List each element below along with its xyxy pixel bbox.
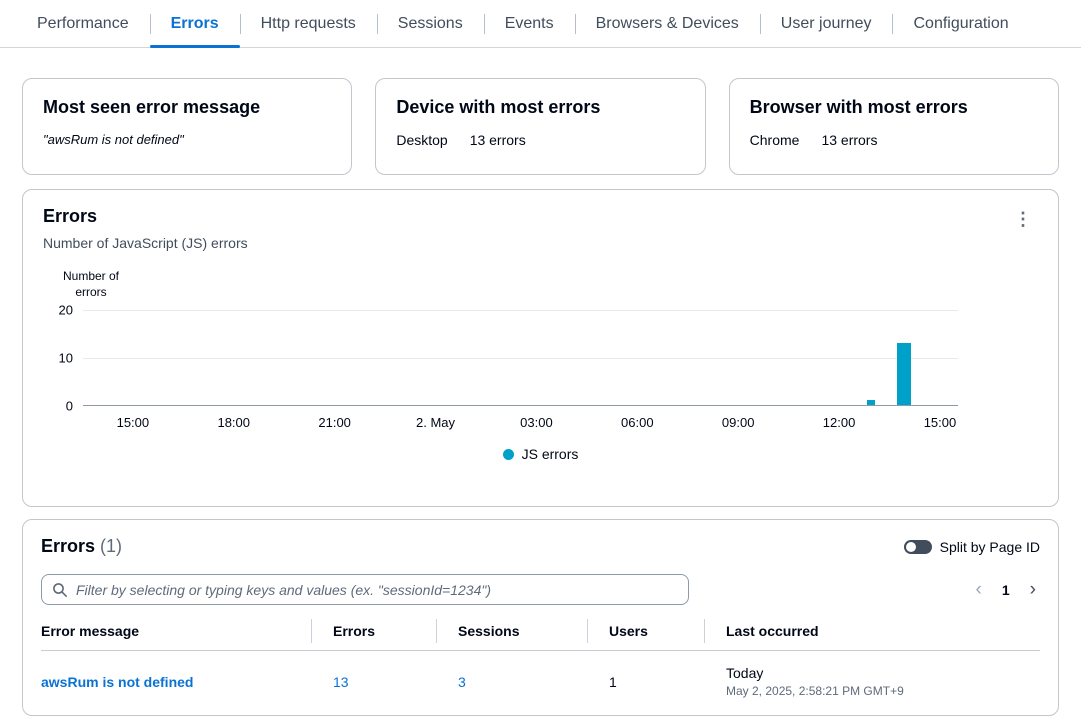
gridline: [83, 310, 958, 312]
toggle-knob: [905, 541, 916, 552]
table-panel-title: Errors (1): [41, 536, 122, 557]
y-axis-tick-label: 20: [58, 302, 73, 318]
gridline: [83, 358, 958, 360]
x-axis-tick-label: 2. May: [416, 415, 456, 431]
column-header-errors[interactable]: Errors: [311, 623, 436, 639]
last-occurred-relative: Today: [726, 665, 764, 681]
kebab-menu-icon[interactable]: ⋮: [1008, 206, 1038, 232]
device-error-count: 13 errors: [469, 132, 526, 148]
toggle-switch[interactable]: [903, 539, 932, 554]
tab-browsers-devices[interactable]: Browsers & Devices: [574, 0, 760, 47]
card-title: Browser with most errors: [749, 97, 968, 117]
tab-events[interactable]: Events: [483, 0, 575, 47]
filter-box: [41, 574, 689, 605]
card-browser-most-errors: Browser with most errors Chrome 13 error…: [728, 78, 1059, 175]
summary-cards-row: Most seen error message "awsRum is not d…: [22, 78, 1059, 175]
card-most-seen-error: Most seen error message "awsRum is not d…: [22, 78, 353, 175]
filter-input[interactable]: [41, 574, 689, 605]
device-name: Desktop: [396, 132, 448, 148]
table-row-count: (1): [100, 536, 123, 556]
rum-errors-page: Performance Errors Http requests Session…: [0, 0, 1081, 722]
x-axis-tick-label: 12:00: [822, 415, 856, 431]
y-axis-ticks: 20 10 0: [43, 303, 83, 414]
table-row: awsRum is not defined 13 3 1 Today May 2…: [41, 651, 1040, 715]
y-axis-title: Number of errors: [62, 269, 120, 299]
legend-label: JS errors: [521, 446, 579, 463]
x-axis-tick-label: 15:00: [116, 415, 150, 431]
page-content: Most seen error message "awsRum is not d…: [0, 78, 1081, 716]
column-header-users[interactable]: Users: [587, 623, 704, 639]
chart-plot: [83, 310, 958, 407]
errors-chart-panel: Errors Number of JavaScript (JS) errors …: [22, 189, 1059, 507]
tab-configuration[interactable]: Configuration: [892, 0, 1029, 47]
last-occurred-timestamp: May 2, 2025, 2:58:21 PM GMT+9: [726, 684, 904, 698]
js-errors-legend-dot-icon: [502, 448, 514, 460]
tab-performance[interactable]: Performance: [16, 0, 150, 47]
search-icon: [53, 583, 67, 597]
browser-error-count: 13 errors: [821, 132, 878, 148]
error-message-link[interactable]: awsRum is not defined: [41, 674, 193, 690]
current-page-number[interactable]: 1: [1002, 582, 1010, 598]
x-axis-tick-label: 09:00: [721, 415, 755, 431]
x-axis-tick-label: 03:00: [520, 415, 553, 431]
pagination: ‹ 1 ›: [972, 578, 1040, 601]
most-seen-error-value: "awsRum is not defined": [43, 132, 184, 147]
tab-user-journey[interactable]: User journey: [759, 0, 893, 47]
sessions-count-link[interactable]: 3: [458, 674, 466, 690]
chart-bar[interactable]: [866, 400, 875, 406]
table-title-text: Errors: [41, 536, 96, 556]
column-header-error-message[interactable]: Error message: [41, 623, 311, 639]
chart-legend: JS errors: [43, 446, 1038, 462]
column-header-last-occurred[interactable]: Last occurred: [704, 623, 1040, 639]
y-axis-tick-label: 10: [58, 350, 73, 366]
tab-bar: Performance Errors Http requests Session…: [0, 0, 1081, 48]
x-axis-tick-label: 21:00: [318, 415, 351, 431]
chart-panel-subtitle: Number of JavaScript (JS) errors: [43, 235, 248, 251]
toggle-label: Split by Page ID: [939, 538, 1040, 555]
x-axis-tick-label: 18:00: [217, 415, 251, 431]
column-header-sessions[interactable]: Sessions: [436, 623, 587, 639]
table-header-row: Error message Errors Sessions Users Last…: [41, 623, 1040, 651]
tab-http-requests[interactable]: Http requests: [239, 0, 377, 47]
x-axis-tick-label: 06:00: [621, 415, 654, 431]
users-count: 1: [609, 673, 617, 690]
next-page-icon[interactable]: ›: [1026, 578, 1040, 601]
card-title: Device with most errors: [396, 97, 601, 117]
errors-table-panel: Errors (1) Split by Page ID ‹: [22, 519, 1059, 716]
browser-name: Chrome: [749, 132, 800, 148]
previous-page-icon[interactable]: ‹: [972, 578, 986, 601]
chart-bar[interactable]: [896, 342, 911, 406]
chart-panel-title: Errors: [43, 206, 98, 226]
x-axis-tick-label: 15:00: [923, 415, 957, 431]
y-axis-tick-label: 0: [65, 398, 73, 414]
tab-errors[interactable]: Errors: [149, 0, 240, 48]
chart-area: Number of errors 20 10 0 15:00 18:00 21:00 2.…: [43, 269, 1038, 462]
card-device-most-errors: Device with most errors Desktop 13 error…: [375, 78, 706, 175]
card-title: Most seen error message: [43, 97, 261, 117]
split-by-page-id-toggle[interactable]: Split by Page ID: [903, 538, 1040, 555]
tab-sessions[interactable]: Sessions: [376, 0, 484, 47]
errors-data-table: Error message Errors Sessions Users Last…: [41, 623, 1040, 715]
errors-count-link[interactable]: 13: [333, 674, 349, 690]
x-axis-ticks: 15:00 18:00 21:00 2. May 03:00 06:00 09:00 12:0…: [83, 406, 958, 432]
